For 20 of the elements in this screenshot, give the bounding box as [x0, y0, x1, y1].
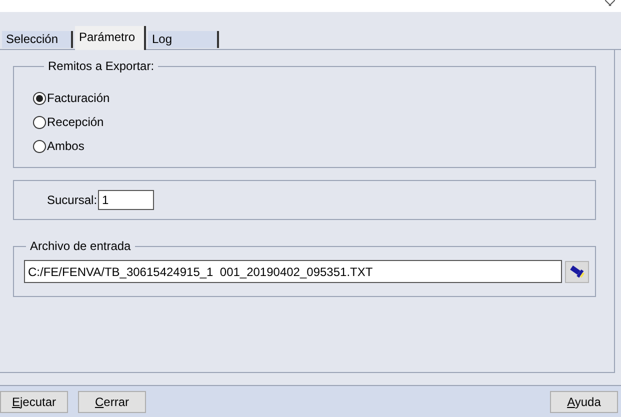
action-button[interactable]: Cerrar — [78, 390, 146, 412]
branch-label: Sucursal: — [47, 192, 98, 209]
radio-label[interactable]: Recepción — [47, 113, 104, 131]
branch-field[interactable]: 1 — [98, 190, 154, 210]
browse-button[interactable] — [565, 260, 589, 282]
tab[interactable]: Selección — [2, 31, 73, 48]
file-path-field[interactable]: C:/FE/FENVA/TB_30615424915_1 001_20190402_095351.TXT — [24, 260, 562, 283]
radio-button[interactable] — [33, 116, 46, 128]
action-button[interactable]: Ejecutar — [0, 390, 68, 412]
radio-label[interactable]: Facturación — [47, 89, 110, 107]
tab[interactable]: Parámetro — [75, 26, 146, 50]
radio-label[interactable]: Ambos — [47, 137, 84, 155]
group-legend: Remitos a Exportar: — [44, 59, 158, 73]
close-icon[interactable] — [605, 0, 615, 6]
action-button[interactable]: Ayuda — [550, 390, 618, 412]
tab[interactable]: Log — [148, 31, 219, 48]
radio-button[interactable] — [33, 140, 46, 152]
group-legend: Archivo de entrada — [26, 239, 135, 253]
flashlight-icon — [569, 264, 585, 278]
radio-button[interactable] — [33, 92, 46, 104]
